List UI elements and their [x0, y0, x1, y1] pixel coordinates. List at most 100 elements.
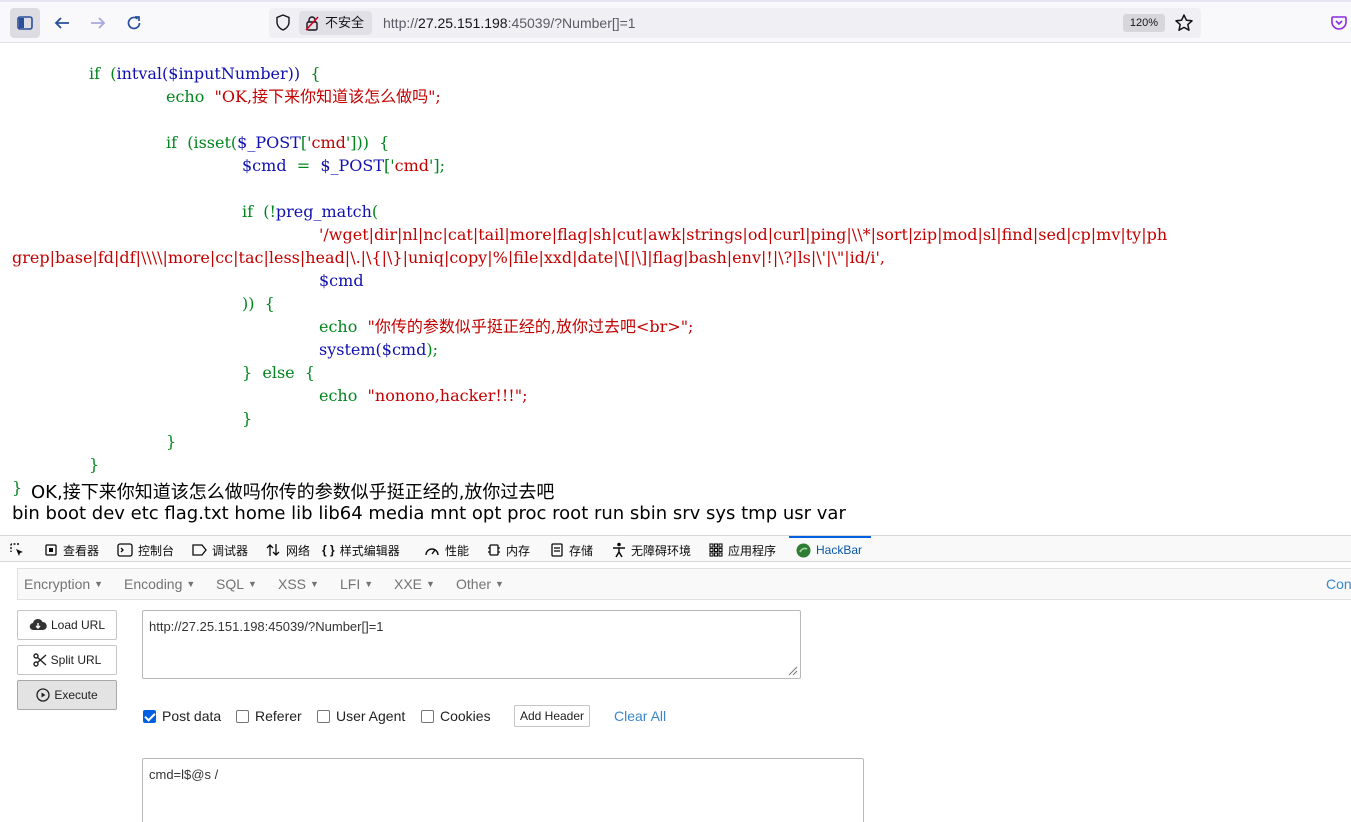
code-line: echo "OK,接下来你知道该怎么做吗"; [166, 87, 441, 106]
url-value: http://27.25.151.198:45039/?Number[]=1 [149, 619, 384, 634]
referer-label: Referer [255, 708, 302, 724]
post-data-label: Post data [162, 708, 222, 724]
code-line: '/wget|dir|nl|nc|cat|tail|more|flag|sh|c… [319, 225, 1168, 244]
grid-icon [709, 543, 723, 557]
sidebar-toggle-button[interactable] [10, 8, 40, 38]
menu-lfi[interactable]: LFI ▼ [340, 576, 373, 592]
arrow-right-icon [91, 17, 106, 29]
tab-label: 网络 [286, 543, 311, 558]
execute-label: Execute [54, 688, 98, 702]
code-line: echo "你传的参数似乎挺正经的,放你过去吧<br>"; [319, 317, 694, 336]
shield-icon [276, 14, 290, 31]
braces-icon: { } [322, 543, 335, 557]
php-source-code: if (intval($inputNumber)) { echo "OK,接下来… [0, 58, 1351, 497]
code-line: } [12, 478, 23, 497]
reload-icon [127, 16, 141, 30]
tab-inspector[interactable]: 查看器 [44, 541, 99, 559]
load-url-label: Load URL [50, 618, 106, 632]
clear-all-link[interactable]: Clear All [614, 708, 666, 724]
back-button[interactable] [47, 8, 77, 38]
url-path: :45039/?Number[]=1 [507, 15, 636, 31]
pocket-icon [1331, 16, 1347, 30]
tab-label: 性能 [445, 543, 470, 558]
hackbar-url-textarea[interactable]: http://27.25.151.198:45039/?Number[]=1 [142, 610, 801, 679]
insecure-connection-badge[interactable]: 不安全 [299, 11, 373, 35]
sidebar-icon [17, 16, 33, 30]
tab-label: 样式编辑器 [339, 543, 400, 558]
tab-memory[interactable]: 内存 [487, 541, 530, 559]
code-line: $cmd [319, 271, 364, 290]
code-line: } else { [242, 363, 315, 382]
tab-network[interactable]: 网络 [265, 541, 310, 559]
bookmark-star-icon[interactable] [1174, 13, 1194, 33]
caret-down-icon: ▼ [248, 579, 257, 589]
tab-application[interactable]: 应用程序 [709, 541, 776, 559]
tab-label: 无障碍环境 [631, 543, 692, 558]
code-line: echo "nonono,hacker!!!"; [319, 386, 528, 405]
tab-label: 调试器 [212, 543, 249, 558]
tab-label: HackBar [816, 543, 863, 557]
user-agent-checkbox[interactable]: User Agent [317, 707, 405, 725]
play-circle-icon [36, 688, 50, 702]
code-line: if (!preg_match( [242, 202, 379, 221]
menu-xss[interactable]: XSS ▼ [278, 576, 319, 592]
inspector-icon [45, 544, 57, 556]
checkbox-checked-icon [143, 709, 156, 723]
tab-debugger[interactable]: 调试器 [191, 541, 248, 559]
devtools-tabbar: 查看器 控制台 调试器 网络 { } 样式编辑器 性能 内存 存储 无障碍环境 … [0, 535, 1351, 562]
code-line: } [166, 432, 177, 451]
code-line: $cmd = $_POST['cmd']; [242, 156, 446, 175]
tab-console[interactable]: 控制台 [117, 541, 174, 559]
post-data-textarea[interactable]: cmd=l$@s / [142, 758, 864, 822]
zoom-level-badge[interactable]: 120% [1123, 14, 1165, 32]
tab-label: 内存 [506, 543, 531, 558]
execute-button[interactable]: Execute [17, 680, 117, 710]
storage-icon [551, 543, 563, 557]
menu-encryption[interactable]: Encryption ▼ [24, 576, 103, 592]
code-line: } [89, 455, 100, 474]
caret-down-icon: ▼ [94, 579, 104, 589]
menu-sql[interactable]: SQL ▼ [216, 576, 257, 592]
menu-xxe[interactable]: XXE ▼ [394, 576, 435, 592]
split-url-label: Split URL [50, 653, 102, 667]
tab-hackbar[interactable]: HackBar [796, 541, 862, 559]
network-icon [266, 544, 280, 556]
code-line: grep|base|fd|df|\\\\|more|cc|tac|less|he… [12, 248, 885, 267]
post-data-checkbox[interactable]: Post data [143, 707, 221, 725]
tab-performance[interactable]: 性能 [424, 541, 469, 559]
url-scheme: http:// [383, 15, 419, 31]
caret-down-icon: ▼ [186, 579, 196, 589]
checkbox-icon [317, 709, 330, 723]
load-url-button[interactable]: Load URL [17, 610, 117, 640]
url-text[interactable]: http://27.25.151.198:45039/?Number[]=1 [383, 15, 636, 31]
cookies-checkbox[interactable]: Cookies [421, 707, 491, 725]
caret-down-icon: ▼ [495, 579, 504, 589]
checkbox-icon [421, 709, 434, 723]
code-line: system($cmd); [319, 340, 438, 359]
reload-button[interactable] [119, 8, 149, 38]
browser-toolbar: 不安全 http://27.25.151.198:45039/?Number[]… [0, 0, 1351, 43]
element-picker-button[interactable] [9, 541, 25, 559]
menu-contribute-link[interactable]: Con [1326, 576, 1351, 592]
insecure-lock-icon [305, 16, 319, 31]
address-bar[interactable]: 不安全 http://27.25.151.198:45039/?Number[]… [269, 8, 1201, 38]
accessibility-icon [613, 542, 625, 558]
memory-chip-icon [488, 544, 500, 556]
console-icon [117, 543, 133, 557]
tab-label: 查看器 [63, 543, 100, 558]
resize-handle-icon[interactable] [788, 666, 798, 676]
split-url-button[interactable]: Split URL [17, 645, 117, 675]
tab-accessibility[interactable]: 无障碍环境 [612, 541, 691, 559]
caret-down-icon: ▼ [364, 579, 374, 589]
menu-other[interactable]: Other ▼ [456, 576, 504, 592]
tab-style-editor[interactable]: { } 样式编辑器 [322, 541, 400, 559]
add-header-button[interactable]: Add Header [514, 705, 590, 727]
referer-checkbox[interactable]: Referer [236, 707, 302, 725]
code-line: if (isset($_POST['cmd'])) { [166, 133, 390, 152]
forward-button[interactable] [83, 8, 113, 38]
output-line: OK,接下来你知道该怎么做吗你传的参数似乎挺正经的,放你过去吧 [31, 482, 555, 503]
pocket-button[interactable] [1324, 8, 1351, 38]
caret-down-icon: ▼ [426, 579, 435, 589]
menu-encoding[interactable]: Encoding ▼ [124, 576, 195, 592]
tab-storage[interactable]: 存储 [550, 541, 593, 559]
